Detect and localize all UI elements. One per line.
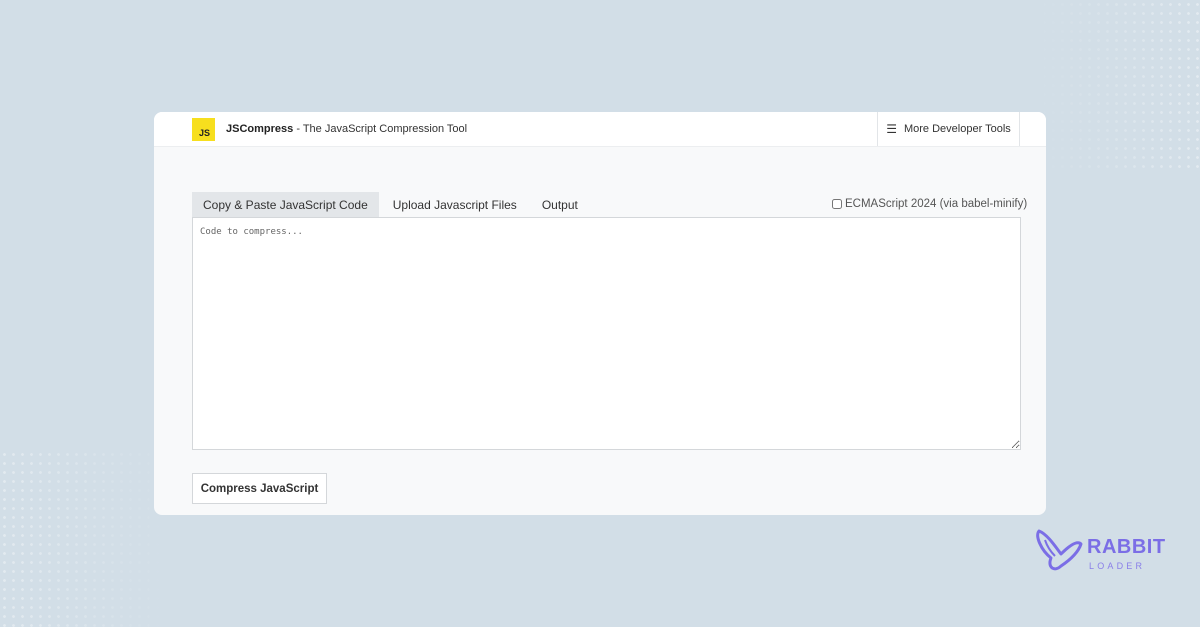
ecmascript-checkbox[interactable] [832, 199, 842, 209]
ecmascript-label: ECMAScript 2024 (via babel-minify) [845, 198, 1028, 210]
tab-upload-files[interactable]: Upload Javascript Files [379, 192, 531, 218]
more-developer-tools-label: More Developer Tools [903, 123, 1011, 135]
code-input[interactable] [192, 217, 1021, 450]
tab-copy-paste[interactable]: Copy & Paste JavaScript Code [192, 192, 379, 218]
input-tabs: Copy & Paste JavaScript Code Upload Java… [192, 192, 589, 218]
navbar: JS JSCompress - The JavaScript Compressi… [154, 112, 1046, 147]
more-developer-tools-button[interactable]: ☰ More Developer Tools [877, 112, 1020, 146]
js-logo-icon[interactable]: JS [192, 118, 215, 141]
tab-output[interactable]: Output [531, 192, 589, 218]
brand-title[interactable]: JSCompress - The JavaScript Compression … [226, 123, 467, 135]
decorative-dots-top-right [1040, 0, 1200, 170]
decorative-dots-bottom-left [0, 450, 165, 627]
brand-name: JSCompress [226, 123, 294, 135]
watermark-line2: LOADER [1089, 561, 1146, 571]
rabbit-loader-watermark: RABBIT LOADER [1033, 528, 1165, 576]
brand-tagline: - The JavaScript Compression Tool [293, 123, 468, 135]
hamburger-icon: ☰ [886, 122, 897, 136]
app-card: JS JSCompress - The JavaScript Compressi… [154, 112, 1046, 515]
compress-javascript-button[interactable]: Compress JavaScript [192, 473, 327, 504]
ecmascript-option[interactable]: ECMAScript 2024 (via babel-minify) [832, 198, 1027, 210]
watermark-line1: RABBIT [1087, 536, 1166, 558]
rabbit-ears-icon [1036, 529, 1083, 571]
